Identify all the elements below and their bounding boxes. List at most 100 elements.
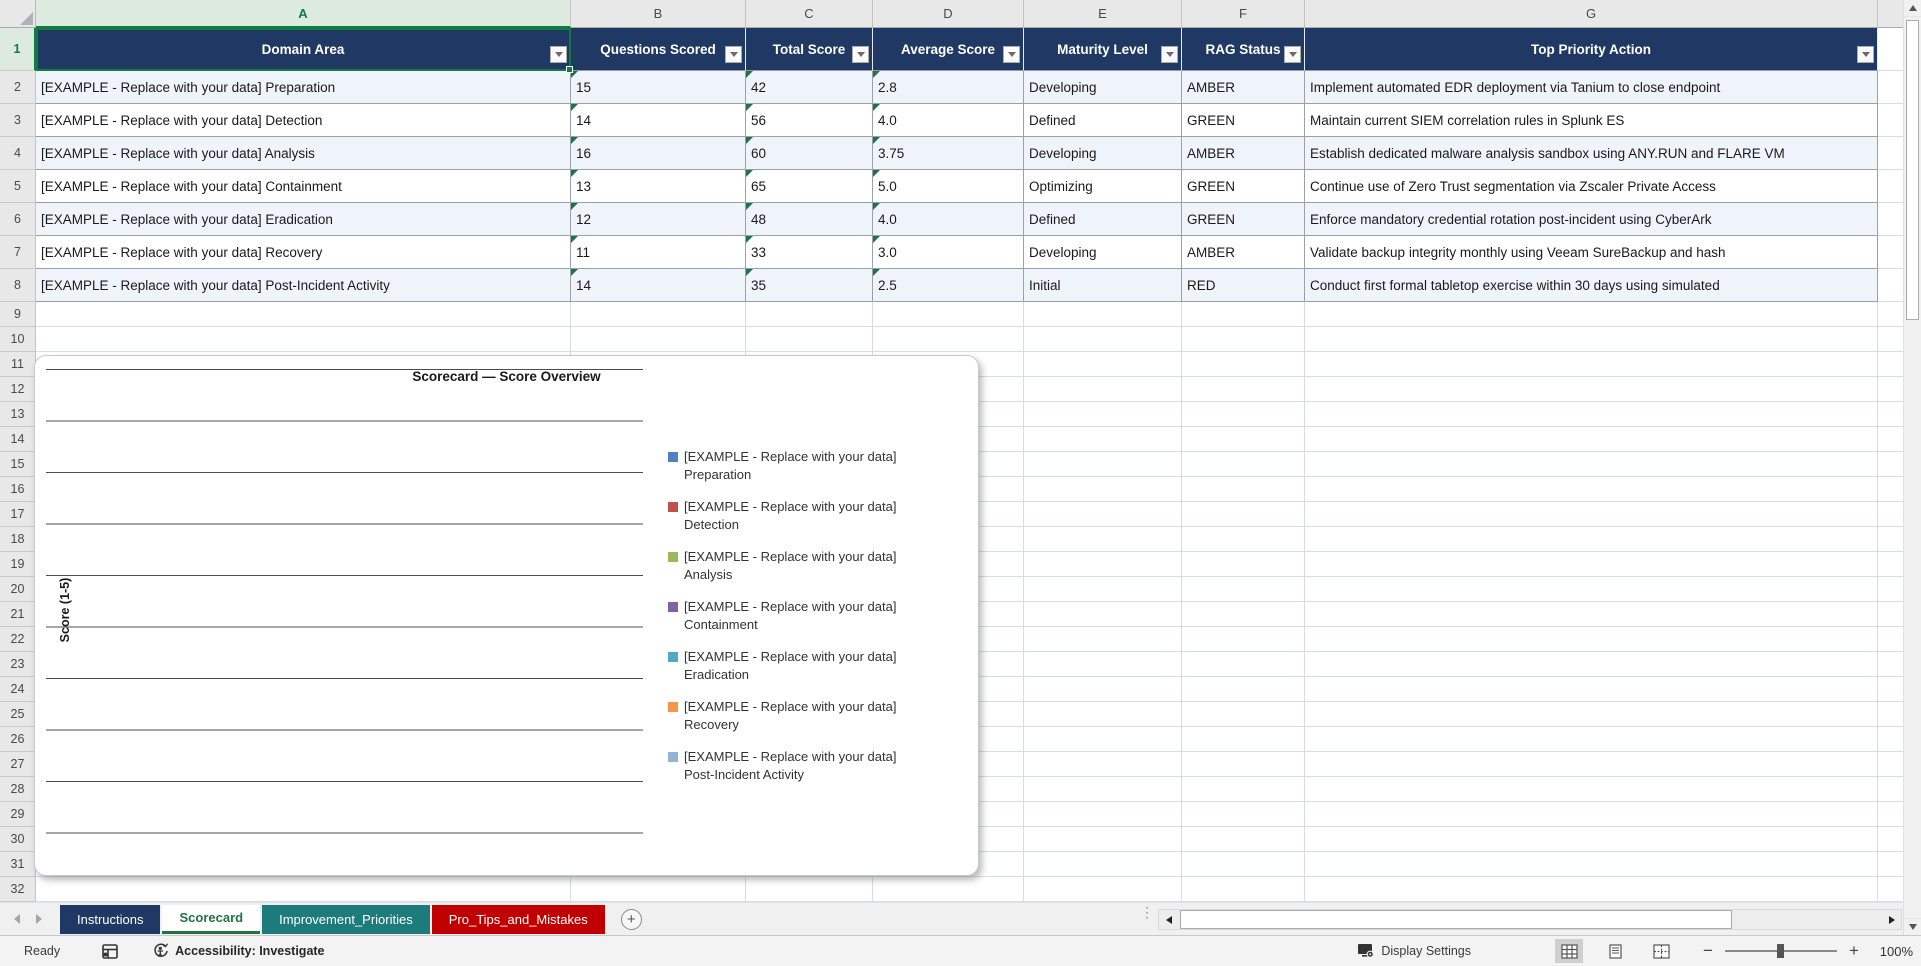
cell-D2[interactable]: 2.8 (873, 71, 1024, 104)
empty-cell[interactable] (1182, 327, 1305, 352)
empty-cell[interactable] (1024, 627, 1182, 652)
column-header-sliver[interactable] (1878, 0, 1904, 28)
empty-cell[interactable] (1305, 652, 1878, 677)
cell-E7[interactable]: Developing (1024, 236, 1182, 269)
cell-A3[interactable]: [EXAMPLE - Replace with your data] Detec… (36, 104, 571, 137)
scroll-right-button[interactable] (1882, 910, 1901, 929)
empty-cell[interactable] (1878, 427, 1904, 452)
filter-dropdown-button[interactable] (1003, 46, 1020, 63)
empty-cell[interactable] (1182, 502, 1305, 527)
empty-cell[interactable] (1305, 552, 1878, 577)
empty-cell[interactable] (1305, 377, 1878, 402)
empty-cell[interactable] (1305, 602, 1878, 627)
header-cell-maturity-level[interactable]: Maturity Level (1024, 28, 1182, 71)
empty-cell[interactable] (1305, 677, 1878, 702)
empty-cell[interactable] (1024, 527, 1182, 552)
cell-B6[interactable]: 12 (571, 203, 746, 236)
empty-cell[interactable] (1878, 402, 1904, 427)
empty-cell[interactable] (1182, 727, 1305, 752)
empty-cell[interactable] (1305, 877, 1878, 902)
cell-C6[interactable]: 48 (746, 203, 873, 236)
header-cell-domain-area[interactable]: Domain Area (36, 28, 571, 71)
empty-cell[interactable] (1878, 602, 1904, 627)
empty-cell[interactable] (1305, 577, 1878, 602)
empty-cell[interactable] (873, 327, 1024, 352)
empty-cell[interactable] (1182, 477, 1305, 502)
row-header-21[interactable]: 21 (0, 602, 36, 627)
empty-cell[interactable] (1024, 502, 1182, 527)
cell-B8[interactable]: 14 (571, 269, 746, 302)
empty-cell[interactable] (1024, 677, 1182, 702)
empty-cell[interactable] (1182, 827, 1305, 852)
empty-cell[interactable] (1024, 727, 1182, 752)
empty-cell[interactable] (1024, 452, 1182, 477)
empty-cell[interactable] (1182, 802, 1305, 827)
empty-cell[interactable] (36, 327, 571, 352)
header-cell-questions-scored[interactable]: Questions Scored (571, 28, 746, 71)
row-header-27[interactable]: 27 (0, 752, 36, 777)
empty-cell[interactable] (1305, 802, 1878, 827)
empty-cell[interactable] (1182, 577, 1305, 602)
empty-cell[interactable] (1878, 652, 1904, 677)
vertical-scrollbar-thumb[interactable] (1906, 20, 1919, 320)
header-cell-total-score[interactable]: Total Score (746, 28, 873, 71)
empty-cell[interactable] (1182, 877, 1305, 902)
empty-cell[interactable] (1024, 302, 1182, 327)
cell-D3[interactable]: 4.0 (873, 104, 1024, 137)
cell-F5[interactable]: GREEN (1182, 170, 1305, 203)
empty-cell[interactable] (1024, 877, 1182, 902)
horizontal-scrollbar[interactable] (1158, 909, 1902, 930)
column-header-E[interactable]: E (1024, 0, 1182, 28)
empty-cell[interactable] (571, 302, 746, 327)
cell-D7[interactable]: 3.0 (873, 236, 1024, 269)
cell-C8[interactable]: 35 (746, 269, 873, 302)
zoom-level[interactable]: 100% (1871, 944, 1913, 959)
empty-cell[interactable] (1182, 427, 1305, 452)
header-cell-rag-status[interactable]: RAG Status (1182, 28, 1305, 71)
page-layout-view-button[interactable] (1601, 939, 1629, 963)
empty-cell[interactable] (1024, 352, 1182, 377)
cell-A7[interactable]: [EXAMPLE - Replace with your data] Recov… (36, 236, 571, 269)
empty-cell[interactable] (1024, 552, 1182, 577)
filter-dropdown-button[interactable] (725, 46, 742, 63)
cell-A8[interactable]: [EXAMPLE - Replace with your data] Post-… (36, 269, 571, 302)
page-break-preview-button[interactable] (1647, 939, 1675, 963)
empty-cell[interactable] (1182, 302, 1305, 327)
cell-E3[interactable]: Defined (1024, 104, 1182, 137)
scroll-down-button[interactable] (1904, 918, 1921, 935)
cell-A6[interactable]: [EXAMPLE - Replace with your data] Eradi… (36, 203, 571, 236)
row-header-12[interactable]: 12 (0, 377, 36, 402)
row-header-31[interactable]: 31 (0, 852, 36, 877)
row-header-23[interactable]: 23 (0, 652, 36, 677)
empty-cell[interactable] (571, 327, 746, 352)
cell-B3[interactable]: 14 (571, 104, 746, 137)
cell-E6[interactable]: Defined (1024, 203, 1182, 236)
filter-dropdown-button[interactable] (852, 46, 869, 63)
cell-G6[interactable]: Enforce mandatory credential rotation po… (1305, 203, 1878, 236)
empty-cell[interactable] (1305, 827, 1878, 852)
cell-A2[interactable]: [EXAMPLE - Replace with your data] Prepa… (36, 71, 571, 104)
empty-cell[interactable] (1878, 477, 1904, 502)
empty-cell[interactable] (1305, 402, 1878, 427)
empty-cell[interactable] (1878, 71, 1904, 104)
row-header-6[interactable]: 6 (0, 203, 36, 236)
empty-cell[interactable] (36, 877, 571, 902)
empty-cell[interactable] (1182, 377, 1305, 402)
row-header-28[interactable]: 28 (0, 777, 36, 802)
row-header-29[interactable]: 29 (0, 802, 36, 827)
column-header-D[interactable]: D (873, 0, 1024, 28)
empty-cell[interactable] (746, 877, 873, 902)
row-header-9[interactable]: 9 (0, 302, 36, 327)
column-header-B[interactable]: B (571, 0, 746, 28)
cell-G7[interactable]: Validate backup integrity monthly using … (1305, 236, 1878, 269)
scrollbar-resize-grip[interactable]: ⋮ (1140, 905, 1154, 919)
cell-B7[interactable]: 11 (571, 236, 746, 269)
empty-cell[interactable] (1182, 552, 1305, 577)
empty-cell[interactable] (1878, 28, 1904, 71)
empty-cell[interactable] (1182, 677, 1305, 702)
empty-cell[interactable] (1878, 452, 1904, 477)
empty-cell[interactable] (1024, 827, 1182, 852)
empty-cell[interactable] (1024, 752, 1182, 777)
empty-cell[interactable] (1878, 236, 1904, 269)
scroll-up-button[interactable] (1904, 0, 1921, 17)
